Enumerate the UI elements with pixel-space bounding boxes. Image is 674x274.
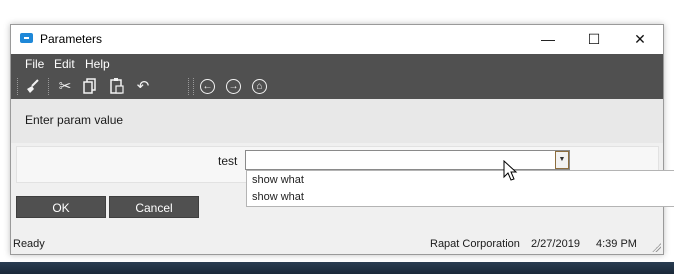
- prompt-area: Enter param value: [11, 99, 663, 143]
- dropdown-list: show what show what: [246, 170, 674, 207]
- forward-icon[interactable]: →: [226, 79, 241, 94]
- minimize-button[interactable]: —: [525, 25, 571, 54]
- resize-grip[interactable]: [651, 242, 661, 252]
- toolbar: ✂ ↶ ← → ⌂: [11, 74, 663, 99]
- maximize-button[interactable]: ☐: [571, 25, 617, 54]
- undo-icon[interactable]: ↶: [133, 77, 153, 97]
- title-bar[interactable]: Parameters — ☐ ✕: [11, 25, 663, 54]
- status-state: Ready: [13, 238, 45, 250]
- cut-icon[interactable]: ✂: [55, 77, 75, 97]
- app-icon: [20, 33, 33, 43]
- toolbar-separator: [188, 78, 190, 95]
- cancel-button[interactable]: Cancel: [109, 196, 199, 218]
- close-button[interactable]: ✕: [617, 25, 663, 54]
- menu-bar: File Edit Help: [11, 54, 663, 74]
- window-title: Parameters: [40, 32, 103, 46]
- dropdown-arrow-icon[interactable]: ▼: [555, 151, 569, 169]
- dropdown-option[interactable]: show what: [252, 191, 304, 203]
- mouse-cursor-icon: [503, 160, 518, 181]
- clear-brush-icon[interactable]: [23, 77, 43, 97]
- param-label: test: [218, 154, 238, 168]
- ok-button[interactable]: OK: [16, 196, 106, 218]
- dropdown-option[interactable]: show what: [252, 174, 304, 186]
- toolbar-separator: [17, 78, 19, 95]
- toolbar-separator: [48, 78, 50, 95]
- status-time: 4:39 PM: [596, 238, 637, 250]
- taskbar: [0, 262, 674, 274]
- prompt-text: Enter param value: [25, 113, 124, 127]
- menu-help[interactable]: Help: [85, 57, 110, 71]
- copy-icon[interactable]: [80, 77, 100, 97]
- home-icon[interactable]: ⌂: [252, 79, 267, 94]
- status-date: 2/27/2019: [531, 238, 580, 250]
- parameters-window: Parameters — ☐ ✕ File Edit Help ✂ ↶ ← → …: [10, 24, 674, 255]
- menu-file[interactable]: File: [25, 57, 44, 71]
- param-value-combobox[interactable]: [245, 150, 570, 170]
- menu-edit[interactable]: Edit: [54, 57, 75, 71]
- toolbar-separator: [193, 78, 195, 95]
- back-icon[interactable]: ←: [200, 79, 215, 94]
- status-company: Rapat Corporation: [430, 238, 520, 250]
- status-bar: Ready Rapat Corporation 2/27/2019 4:39 P…: [11, 234, 663, 254]
- paste-icon[interactable]: [107, 77, 127, 97]
